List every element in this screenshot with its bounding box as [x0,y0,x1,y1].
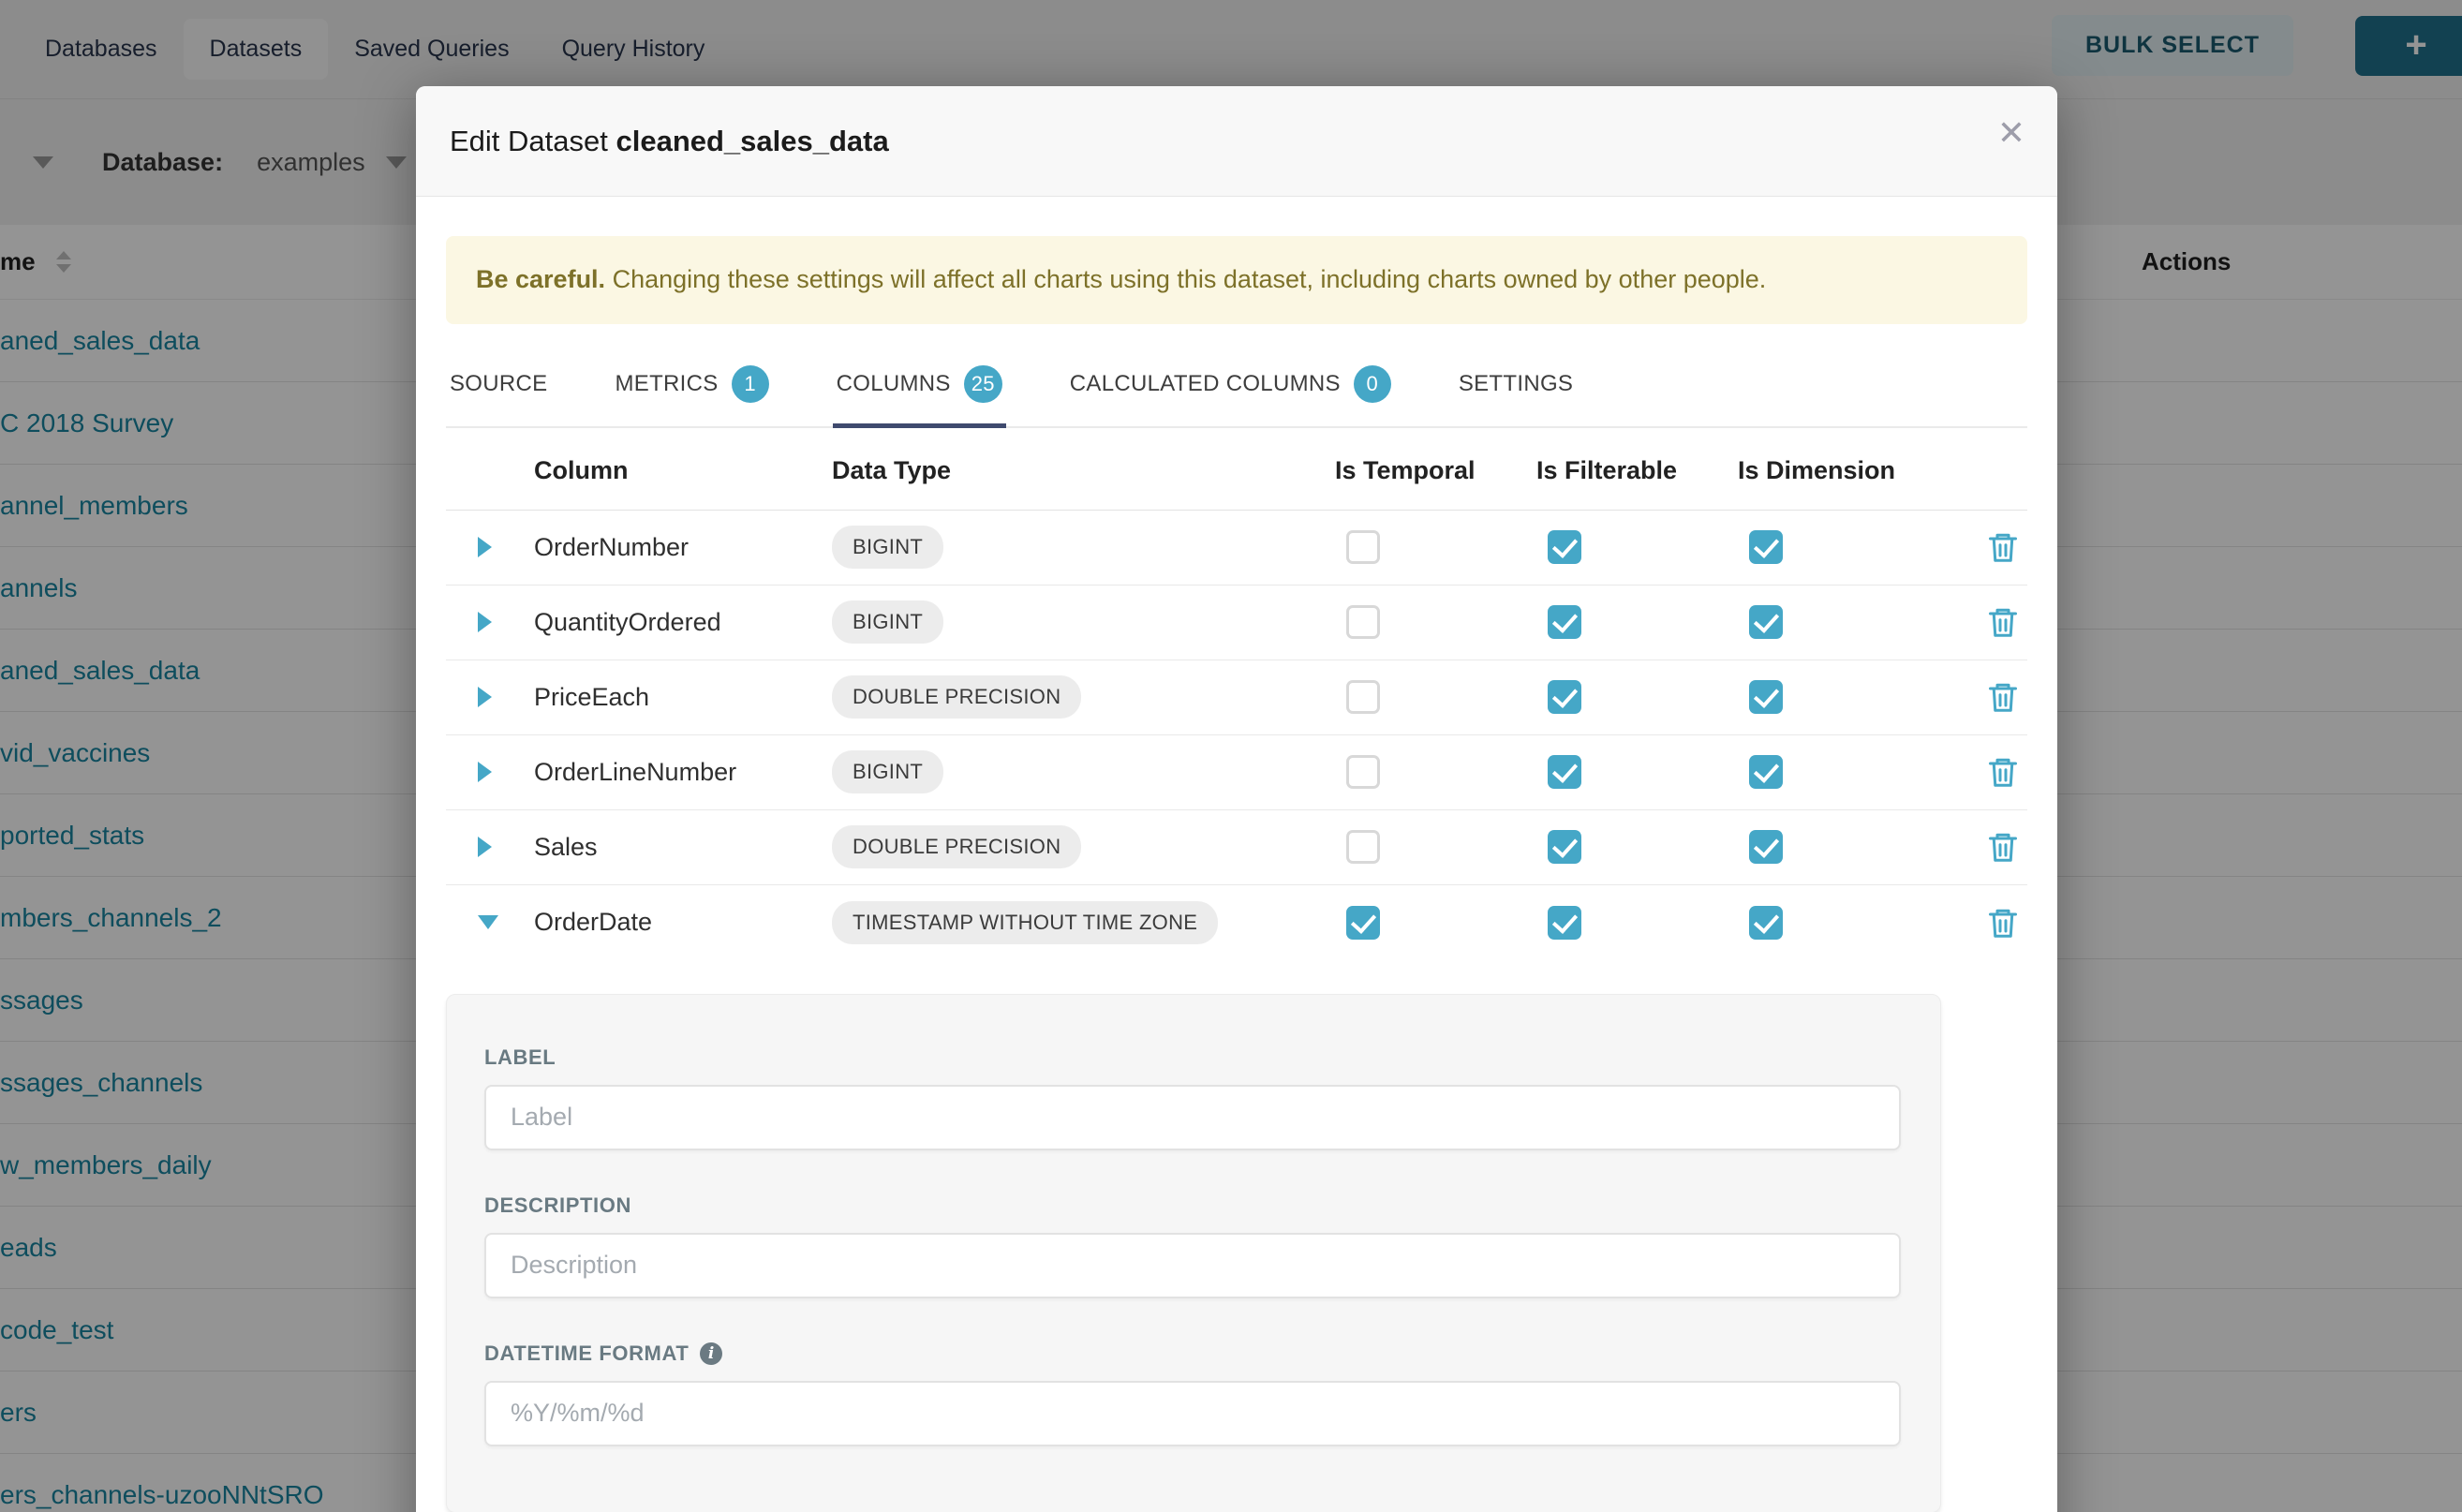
is-temporal-checkbox[interactable] [1346,530,1380,564]
column-row-OrderDate: OrderDateTIMESTAMP WITHOUT TIME ZONE [446,885,2027,960]
modal-body: Be careful. Changing these settings will… [416,236,2057,1512]
modal-title-prefix: Edit Dataset [450,125,616,157]
tab-count-badge: 25 [964,365,1002,403]
tab-source[interactable]: SOURCE [446,352,551,428]
column-row-PriceEach: PriceEachDOUBLE PRECISION [446,660,2027,735]
column-header-temporal: Is Temporal [1335,456,1536,485]
modal-title-dataset-name: cleaned_sales_data [616,125,888,157]
is-dimension-checkbox[interactable] [1749,755,1783,789]
expand-caret-icon[interactable] [478,537,492,557]
info-icon[interactable]: i [700,1342,722,1365]
warning-banner: Be careful. Changing these settings will… [446,236,2027,324]
delete-column-icon[interactable] [1986,605,2020,639]
expand-caret-icon[interactable] [478,612,492,632]
column-header-datatype: Data Type [832,456,1335,485]
description-input[interactable] [484,1233,1901,1298]
edit-dataset-modal: Edit Dataset cleaned_sales_data ✕ Be car… [416,86,2057,1512]
is-filterable-checkbox[interactable] [1548,680,1581,714]
is-filterable-checkbox[interactable] [1548,755,1581,789]
column-name: QuantityOrdered [534,608,832,637]
datetime-format-field-label: DATETIME FORMAT i [484,1342,1903,1366]
tab-label: SOURCE [450,371,547,397]
is-dimension-checkbox[interactable] [1749,530,1783,564]
is-temporal-checkbox[interactable] [1346,830,1380,864]
description-field-label: DESCRIPTION [484,1193,1903,1218]
columns-table-body: OrderNumberBIGINTQuantityOrderedBIGINTPr… [446,511,2027,960]
close-icon[interactable]: ✕ [1997,116,2025,150]
data-type-pill: DOUBLE PRECISION [832,675,1081,719]
tab-settings[interactable]: SETTINGS [1455,352,1577,428]
is-temporal-checkbox[interactable] [1346,605,1380,639]
tab-label: SETTINGS [1459,371,1573,397]
column-row-OrderLineNumber: OrderLineNumberBIGINT [446,735,2027,810]
expand-caret-icon[interactable] [478,837,492,857]
tab-label: METRICS [615,371,718,397]
data-type-pill: TIMESTAMP WITHOUT TIME ZONE [832,901,1218,944]
tab-calculated-columns[interactable]: CALCULATED COLUMNS 0 [1066,352,1395,428]
column-header-dimension: Is Dimension [1738,456,1953,485]
column-header-column: Column [534,456,832,485]
tab-metrics[interactable]: METRICS 1 [611,352,772,428]
expand-caret-icon[interactable] [478,687,492,707]
column-name: PriceEach [534,683,832,712]
modal-header: Edit Dataset cleaned_sales_data ✕ [416,86,2057,197]
delete-column-icon[interactable] [1986,755,2020,789]
label-input[interactable] [484,1085,1901,1150]
column-row-Sales: SalesDOUBLE PRECISION [446,810,2027,885]
column-row-QuantityOrdered: QuantityOrderedBIGINT [446,586,2027,660]
expand-caret-icon[interactable] [478,762,492,782]
is-dimension-checkbox[interactable] [1749,830,1783,864]
data-type-pill: BIGINT [832,526,943,569]
column-detail-panel: LABEL DESCRIPTION DATETIME FORMAT i [446,994,1941,1512]
is-dimension-checkbox[interactable] [1749,680,1783,714]
is-temporal-checkbox[interactable] [1346,755,1380,789]
column-name: OrderNumber [534,533,832,562]
delete-column-icon[interactable] [1986,830,2020,864]
column-name: OrderLineNumber [534,758,832,787]
tab-count-badge: 0 [1354,365,1391,403]
modal-title: Edit Dataset cleaned_sales_data [450,125,889,158]
datetime-format-input[interactable] [484,1381,1901,1446]
column-row-OrderNumber: OrderNumberBIGINT [446,511,2027,586]
data-type-pill: DOUBLE PRECISION [832,825,1081,868]
is-dimension-checkbox[interactable] [1749,906,1783,940]
tab-label: CALCULATED COLUMNS [1070,371,1341,397]
is-filterable-checkbox[interactable] [1548,830,1581,864]
data-type-pill: BIGINT [832,750,943,793]
tab-columns[interactable]: COLUMNS 25 [833,352,1006,428]
collapse-caret-icon[interactable] [478,915,498,929]
data-type-pill: BIGINT [832,600,943,644]
column-header-filterable: Is Filterable [1536,456,1738,485]
delete-column-icon[interactable] [1986,530,2020,564]
column-name: Sales [534,833,832,862]
delete-column-icon[interactable] [1986,906,2020,940]
columns-table: Column Data Type Is Temporal Is Filterab… [446,432,2027,960]
tab-label: COLUMNS [837,371,951,397]
delete-column-icon[interactable] [1986,680,2020,714]
is-filterable-checkbox[interactable] [1548,530,1581,564]
columns-table-header: Column Data Type Is Temporal Is Filterab… [446,432,2027,511]
tab-count-badge: 1 [732,365,769,403]
is-temporal-checkbox[interactable] [1346,906,1380,940]
is-filterable-checkbox[interactable] [1548,605,1581,639]
is-temporal-checkbox[interactable] [1346,680,1380,714]
warning-bold-text: Be careful. [476,265,605,293]
is-dimension-checkbox[interactable] [1749,605,1783,639]
modal-tabs: SOURCE METRICS 1 COLUMNS 25 CALCULATED COLUMN… [446,352,2027,428]
column-name: OrderDate [534,908,832,937]
is-filterable-checkbox[interactable] [1548,906,1581,940]
label-field-label: LABEL [484,1045,1903,1070]
warning-text: Changing these settings will affect all … [605,265,1766,293]
